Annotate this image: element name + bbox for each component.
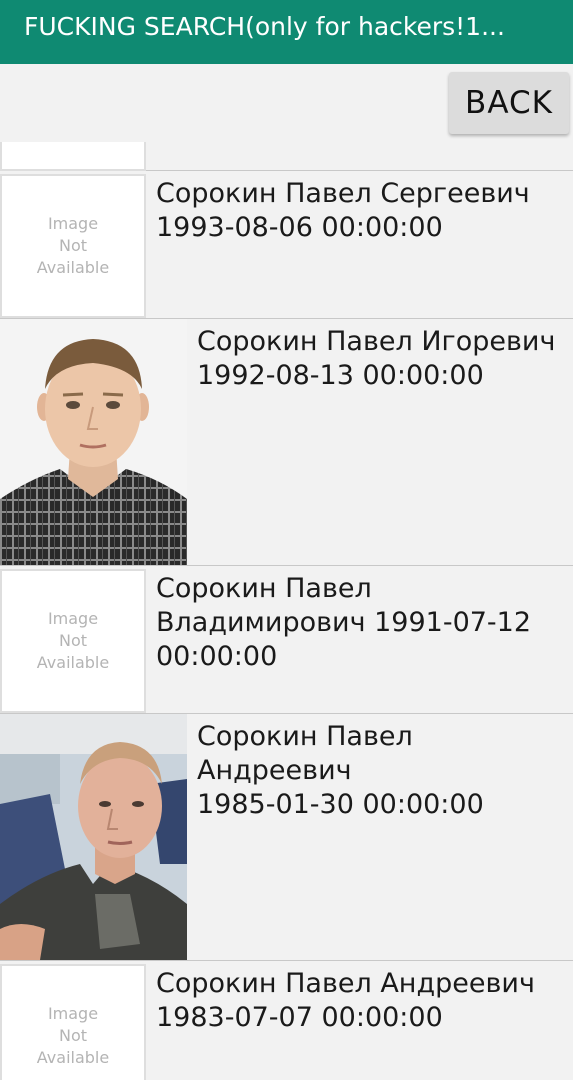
person-birthdate: 1985-01-30 00:00:00 <box>197 789 484 820</box>
person-birthdate: 1993-08-06 00:00:00 <box>156 212 443 243</box>
person-info: Сорокин Павел Андреевич 1985-01-30 00:00… <box>197 720 573 822</box>
list-item[interactable]: Image Not Available Сорокин Павел Владим… <box>0 566 573 714</box>
person-birthdate: 1992-08-13 00:00:00 <box>197 360 484 391</box>
person-name: Сорокин Павел Андреевич <box>156 968 535 999</box>
person-photo <box>0 319 187 565</box>
person-photo <box>0 714 187 960</box>
toolbar: BACK <box>0 64 573 142</box>
person-name: Сорокин Павел Андреевич <box>197 721 413 786</box>
person-info: Сорокин Павел Игоревич 1992-08-13 00:00:… <box>197 325 555 393</box>
image-placeholder <box>0 142 146 171</box>
list-item-partial[interactable] <box>0 142 573 171</box>
app-bar: FUCKING SEARCH(only for hackers!1... <box>0 0 573 64</box>
image-placeholder: Image Not Available <box>0 964 146 1080</box>
person-info: Сорокин Павел Владимирович 1991-07-12 00… <box>156 572 531 674</box>
back-button[interactable]: BACK <box>449 72 569 134</box>
person-name-cont: Владимирович 1991-07-12 <box>156 607 532 638</box>
list-item[interactable]: Image Not Available Сорокин Павел Сергее… <box>0 171 573 319</box>
list-item[interactable]: Image Not Available Сорокин Павел Андрее… <box>0 961 573 1080</box>
image-placeholder: Image Not Available <box>0 569 146 713</box>
list-item[interactable]: Сорокин Павел Андреевич 1985-01-30 00:00… <box>0 714 573 961</box>
person-name: Сорокин Павел Сергеевич <box>156 178 530 209</box>
image-placeholder: Image Not Available <box>0 174 146 318</box>
results-list[interactable]: Image Not Available Сорокин Павел Сергее… <box>0 142 573 1080</box>
app-title: FUCKING SEARCH(only for hackers!1... <box>24 12 505 41</box>
person-info: Сорокин Павел Сергеевич 1993-08-06 00:00… <box>156 177 530 245</box>
person-birthdate: 1983-07-07 00:00:00 <box>156 1002 443 1033</box>
person-info: Сорокин Павел Андреевич 1983-07-07 00:00… <box>156 967 535 1035</box>
person-name: Сорокин Павел <box>156 573 372 604</box>
person-name: Сорокин Павел Игоревич <box>197 326 556 357</box>
list-item[interactable]: Сорокин Павел Игоревич 1992-08-13 00:00:… <box>0 319 573 566</box>
person-birthdate: 00:00:00 <box>156 641 278 672</box>
